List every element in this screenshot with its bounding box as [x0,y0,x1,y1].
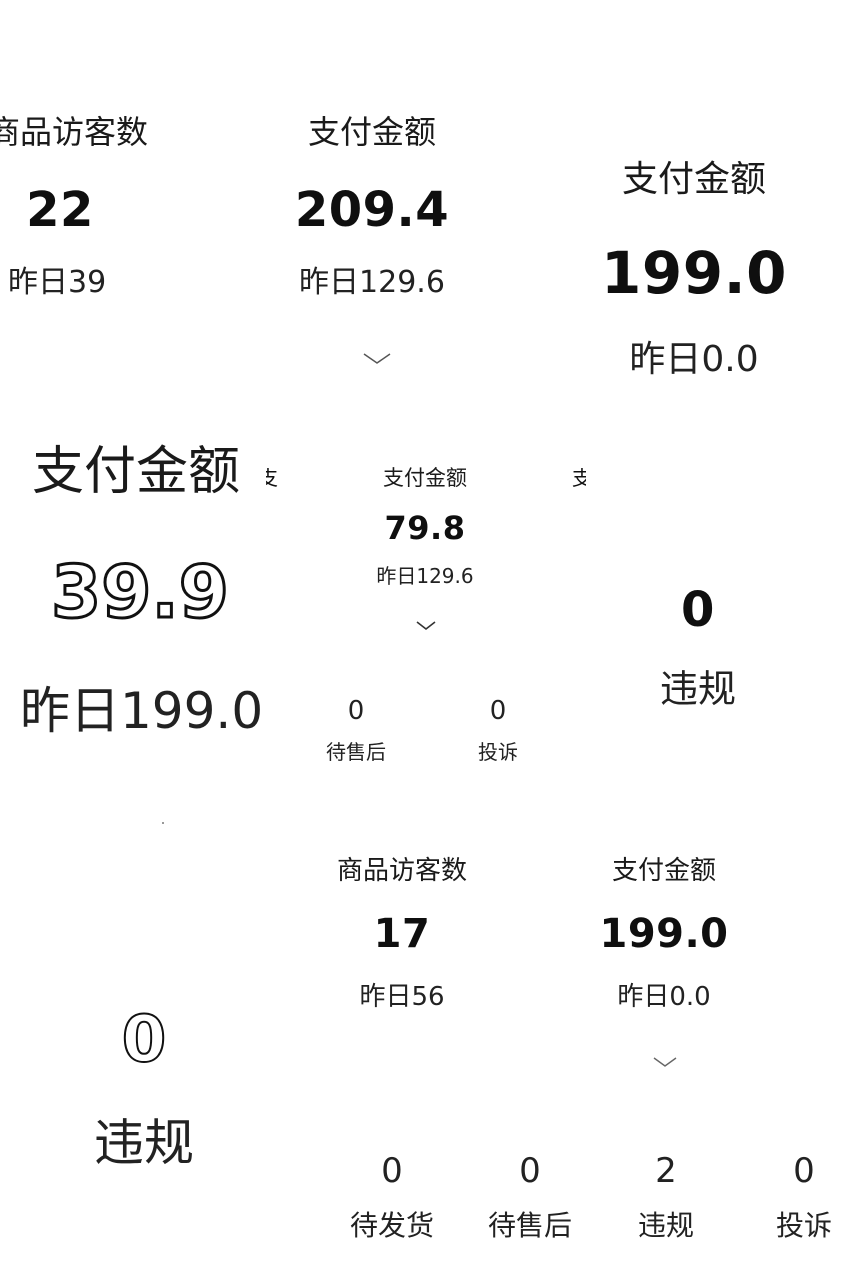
pay-amount-value: 199.0 [601,239,787,307]
complaint-value[interactable]: 0 [764,1154,844,1188]
after-sales-value[interactable]: 0 [490,1154,570,1188]
visitors-value: 17 [373,911,431,957]
visitors-label: 商品访客数 [336,856,467,886]
partial-label-right: 支 [572,468,586,490]
violation-value[interactable]: 2 [626,1154,706,1188]
pay-amount-value: 79.8 [384,509,466,547]
visitors-value: 22 [26,182,94,238]
visitors-label: 商品访客数 [0,113,149,151]
pay-amount-label: 支付金额 [32,442,241,502]
pay-amount-label: 支付金额 [621,159,766,200]
pending-shipment-label[interactable]: 待发货 [342,1212,442,1240]
pay-amount-yesterday: 昨日0.0 [629,339,759,380]
pay-amount-label: 支付金额 [383,466,467,490]
violation-label[interactable]: 违规 [64,1118,224,1168]
artifact-dot [162,822,164,824]
pending-shipment-value[interactable]: 0 [352,1154,432,1188]
pay-amount-value: 209.4 [294,182,450,238]
complaint-label[interactable]: 投诉 [766,1212,842,1240]
pay-amount-value: 199.0 [599,911,729,957]
pay-amount-yesterday: 昨日199.0 [20,682,264,740]
pay-amount-label: 支付金额 [307,113,436,151]
chevron-down-icon[interactable] [415,620,437,632]
violation-label[interactable]: 违规 [628,670,768,708]
pay-amount-yesterday: 昨日0.0 [617,982,711,1012]
pay-amount-value: 39.9 [50,550,231,634]
complaint-value[interactable]: 0 [468,698,528,724]
pay-amount-yesterday: 昨日129.6 [299,265,445,300]
after-sales-label[interactable]: 待售后 [480,1212,580,1240]
partial-label-left: 支 [266,468,278,490]
complaint-label[interactable]: 投诉 [458,742,538,762]
visitors-yesterday: 昨日56 [359,982,445,1012]
chevron-down-icon[interactable] [362,352,391,364]
pay-amount-yesterday: 昨日129.6 [376,564,474,588]
chevron-down-icon[interactable] [652,1056,677,1068]
violation-value[interactable]: 0 [648,586,748,634]
pay-amount-label: 支付金额 [611,856,716,886]
after-sales-label[interactable]: 待售后 [316,742,396,762]
violation-label[interactable]: 违规 [616,1212,716,1240]
visitors-yesterday: 昨日39 [8,265,107,300]
violation-value[interactable]: 0 [84,1007,204,1073]
after-sales-value[interactable]: 0 [326,698,386,724]
